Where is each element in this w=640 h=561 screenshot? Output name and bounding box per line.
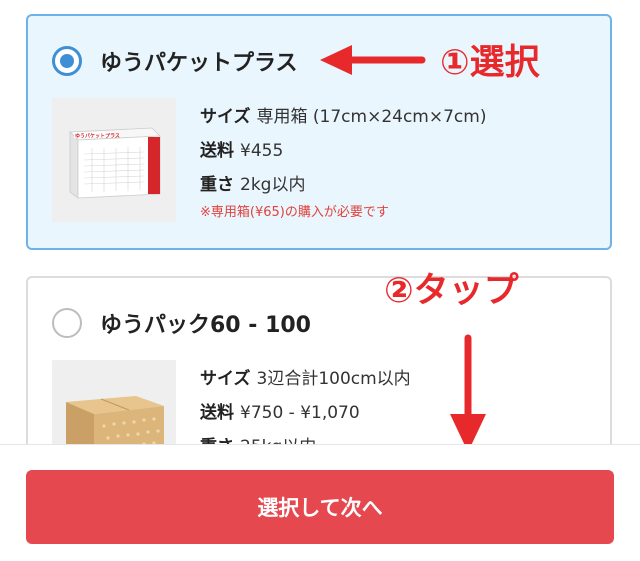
weight-label: 重さ [200, 175, 234, 195]
box-purchase-note: ※専用箱(¥65)の購入が必要です [200, 205, 389, 220]
fee-value: ¥750 - ¥1,070 [240, 403, 360, 423]
size-label: サイズ [200, 369, 251, 389]
annotation-arrow-left-icon [320, 45, 426, 75]
option-title: ゆうパック60 - 100 [100, 313, 311, 338]
size-label: サイズ [200, 107, 251, 127]
annotation-step2-tap: ②タップ [384, 271, 519, 311]
packet-box-illustration: ゆうパケットプラス [52, 98, 176, 222]
radio-button-selected[interactable] [52, 46, 82, 76]
annotation-arrow-down-icon [450, 334, 486, 452]
fee-label: 送料 [200, 141, 234, 161]
weight-value: 2kg以内 [240, 175, 306, 195]
fee-value: ¥455 [240, 141, 284, 161]
weight-row: 重さ 2kg以内 [200, 168, 486, 202]
fee-label: 送料 [200, 403, 234, 423]
fee-row: 送料 ¥455 [200, 134, 486, 168]
size-row: サイズ 専用箱 (17cm×24cm×7cm) [200, 100, 486, 134]
option-details: サイズ 専用箱 (17cm×24cm×7cm) 送料 ¥455 重さ 2kg以内 ※専… [200, 100, 486, 224]
fee-row: 送料 ¥750 - ¥1,070 [200, 396, 411, 430]
product-image-box: ゆうパケットプラス [52, 98, 176, 222]
size-row: サイズ 3辺合計100cm以内 [200, 362, 411, 396]
annotation-step1-select: ①選択 [440, 43, 540, 83]
size-value: 3辺合計100cm以内 [256, 369, 411, 389]
radio-button-unselected[interactable] [52, 308, 82, 338]
select-and-next-button[interactable]: 選択して次へ [26, 470, 614, 544]
box-logo-text: ゆうパケットプラス [75, 133, 120, 140]
size-value: 専用箱 (17cm×24cm×7cm) [256, 107, 487, 127]
option-title: ゆうパケットプラス [100, 51, 298, 76]
